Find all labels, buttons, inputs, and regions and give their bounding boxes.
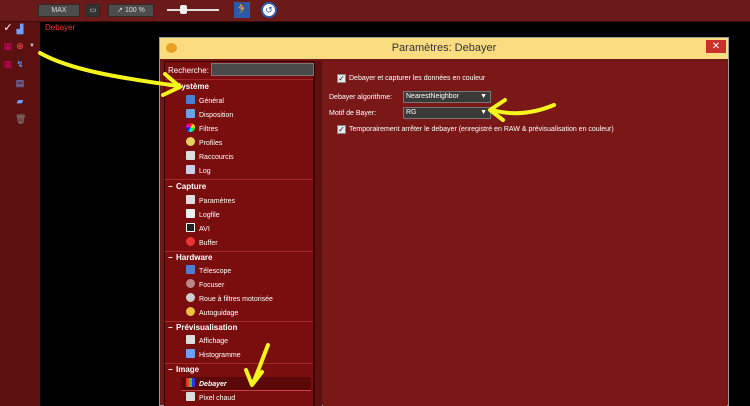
arrow-annotation-1 [38, 51, 180, 88]
annotation-overlay [38, 51, 556, 387]
arrow-annotation-2 [490, 103, 556, 116]
arrow-annotation-3 [251, 343, 270, 385]
